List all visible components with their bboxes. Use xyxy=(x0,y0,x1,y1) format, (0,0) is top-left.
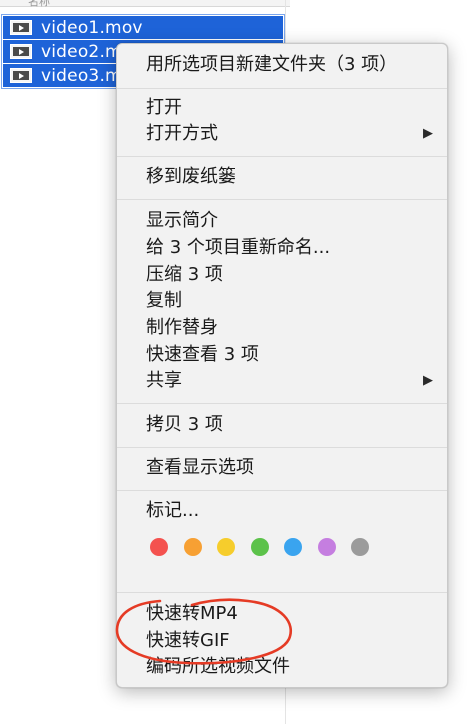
tag-gray[interactable] xyxy=(351,538,369,556)
tag-color-row xyxy=(150,537,385,557)
menu-item-duplicate[interactable]: 复制 xyxy=(117,288,447,314)
menu-separator xyxy=(117,490,447,491)
context-menu: 用所选项目新建文件夹（3 项） 打开 打开方式 ▶ 移到废纸篓 显示简介 给 3… xyxy=(116,43,448,688)
menu-item-view-options[interactable]: 查看显示选项 xyxy=(117,455,447,481)
menu-item-move-to-trash[interactable]: 移到废纸篓 xyxy=(117,164,447,190)
column-header[interactable]: 名称 xyxy=(0,0,290,8)
menu-item-share[interactable]: 共享 ▶ xyxy=(117,368,447,394)
video-file-icon xyxy=(10,68,32,83)
menu-item-open-with[interactable]: 打开方式 ▶ xyxy=(117,121,447,147)
column-header-label: 名称 xyxy=(28,0,50,8)
tag-yellow[interactable] xyxy=(217,538,235,556)
hand-drawn-circle-annotation xyxy=(115,598,292,665)
submenu-arrow-icon: ▶ xyxy=(423,126,433,141)
menu-separator xyxy=(117,403,447,404)
menu-separator xyxy=(117,447,447,448)
menu-item-quick-look[interactable]: 快速查看 3 项 xyxy=(117,342,447,368)
menu-item-rename[interactable]: 给 3 个项目重新命名... xyxy=(117,235,447,261)
menu-item-tags[interactable]: 标记... xyxy=(117,498,447,524)
menu-item-label: 打开方式 xyxy=(146,123,218,144)
tag-red[interactable] xyxy=(150,538,168,556)
annotation-stroke xyxy=(115,598,292,665)
file-row-video1[interactable]: video1.mov xyxy=(3,16,283,39)
tag-green[interactable] xyxy=(250,538,269,556)
menu-separator xyxy=(117,592,447,593)
menu-item-copy-items[interactable]: 拷贝 3 项 xyxy=(117,412,447,438)
tag-purple[interactable] xyxy=(317,538,336,556)
submenu-arrow-icon: ▶ xyxy=(423,373,433,388)
file-name: video1.mov xyxy=(41,17,143,38)
menu-item-compress[interactable]: 压缩 3 项 xyxy=(117,262,447,288)
menu-separator xyxy=(117,199,447,200)
video-file-icon xyxy=(10,44,32,59)
menu-separator xyxy=(117,156,447,157)
tag-blue[interactable] xyxy=(284,538,302,556)
screen: 名称 video1.mov video2.mov video3.mov 用所选项… xyxy=(0,0,474,724)
menu-item-get-info[interactable]: 显示简介 xyxy=(117,208,447,234)
menu-item-label: 共享 xyxy=(146,370,182,391)
menu-item-open[interactable]: 打开 xyxy=(117,95,447,121)
tag-orange[interactable] xyxy=(183,538,202,556)
video-file-icon xyxy=(10,20,32,35)
menu-separator xyxy=(117,88,447,89)
menu-item-make-alias[interactable]: 制作替身 xyxy=(117,315,447,341)
menu-item-new-folder-with-selection[interactable]: 用所选项目新建文件夹（3 项） xyxy=(117,52,447,78)
